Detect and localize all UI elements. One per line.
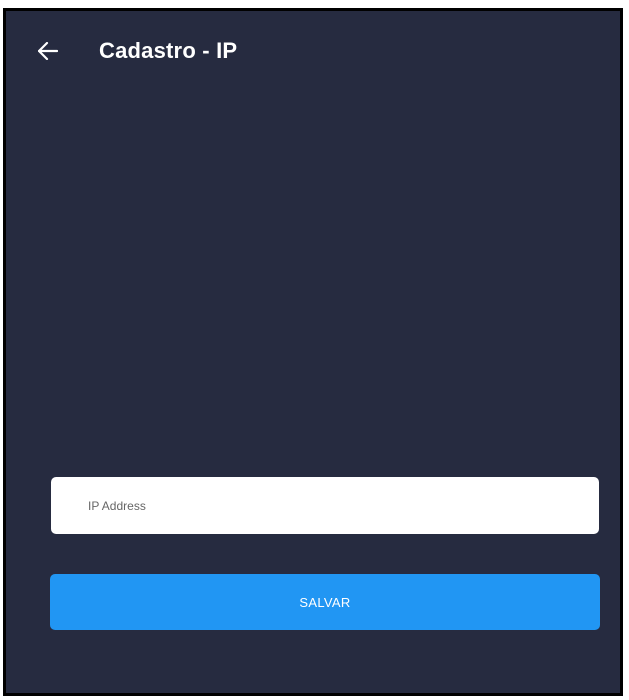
back-button[interactable] [32,35,64,67]
save-button[interactable]: SALVAR [50,574,600,630]
arrow-left-icon [38,42,58,60]
ip-address-input[interactable] [51,477,599,534]
page-title: Cadastro - IP [99,38,238,63]
app-screen: Cadastro - IP SALVAR [3,8,623,696]
app-bar: Cadastro - IP [6,11,620,87]
